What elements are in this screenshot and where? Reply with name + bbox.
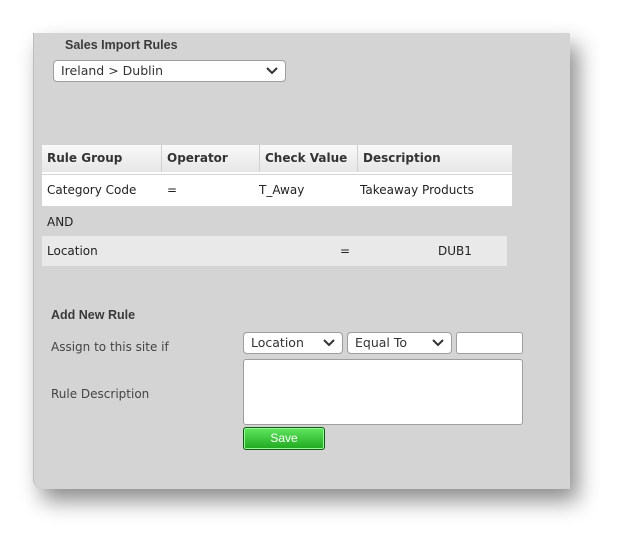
- description-cell: Takeaway Products: [360, 183, 474, 197]
- table-row[interactable]: Category Code = T_Away Takeaway Products: [42, 175, 512, 206]
- description-textarea[interactable]: [243, 359, 523, 425]
- header-operator: Operator: [162, 145, 260, 172]
- description-label: Rule Description: [51, 387, 150, 401]
- chevron-down-icon: [266, 67, 278, 75]
- value-input[interactable]: [456, 332, 523, 354]
- field-select-value: Location: [251, 335, 304, 350]
- header-rule-group: Rule Group: [42, 145, 162, 172]
- rules-table-header: Rule Group Operator Check Value Descript…: [42, 145, 512, 174]
- check-value-cell: T_Away: [259, 183, 305, 197]
- header-description: Description: [363, 151, 441, 165]
- header-check-value: Check Value: [260, 145, 358, 172]
- rule-group-cell: Location: [47, 244, 98, 258]
- site-select[interactable]: Ireland > Dublin: [53, 60, 286, 82]
- sales-import-panel: Sales Import Rules Ireland > Dublin Rule…: [33, 33, 570, 489]
- assign-label: Assign to this site if: [51, 340, 169, 354]
- chevron-down-icon: [432, 339, 444, 347]
- field-select[interactable]: Location: [243, 332, 343, 354]
- operator-select[interactable]: Equal To: [347, 332, 452, 354]
- table-row[interactable]: Location = DUB1: [42, 236, 507, 266]
- panel-title: Sales Import Rules: [65, 38, 178, 52]
- operator-cell: =: [167, 183, 178, 197]
- add-rule-title: Add New Rule: [51, 308, 136, 322]
- chevron-down-icon: [323, 339, 335, 347]
- site-select-value: Ireland > Dublin: [61, 63, 164, 78]
- rule-group-cell: Category Code: [47, 183, 137, 197]
- operator-select-value: Equal To: [355, 335, 408, 350]
- check-value-cell: DUB1: [438, 244, 472, 258]
- joiner-text: AND: [47, 215, 74, 229]
- operator-cell: =: [340, 244, 351, 258]
- save-button[interactable]: Save: [243, 427, 325, 450]
